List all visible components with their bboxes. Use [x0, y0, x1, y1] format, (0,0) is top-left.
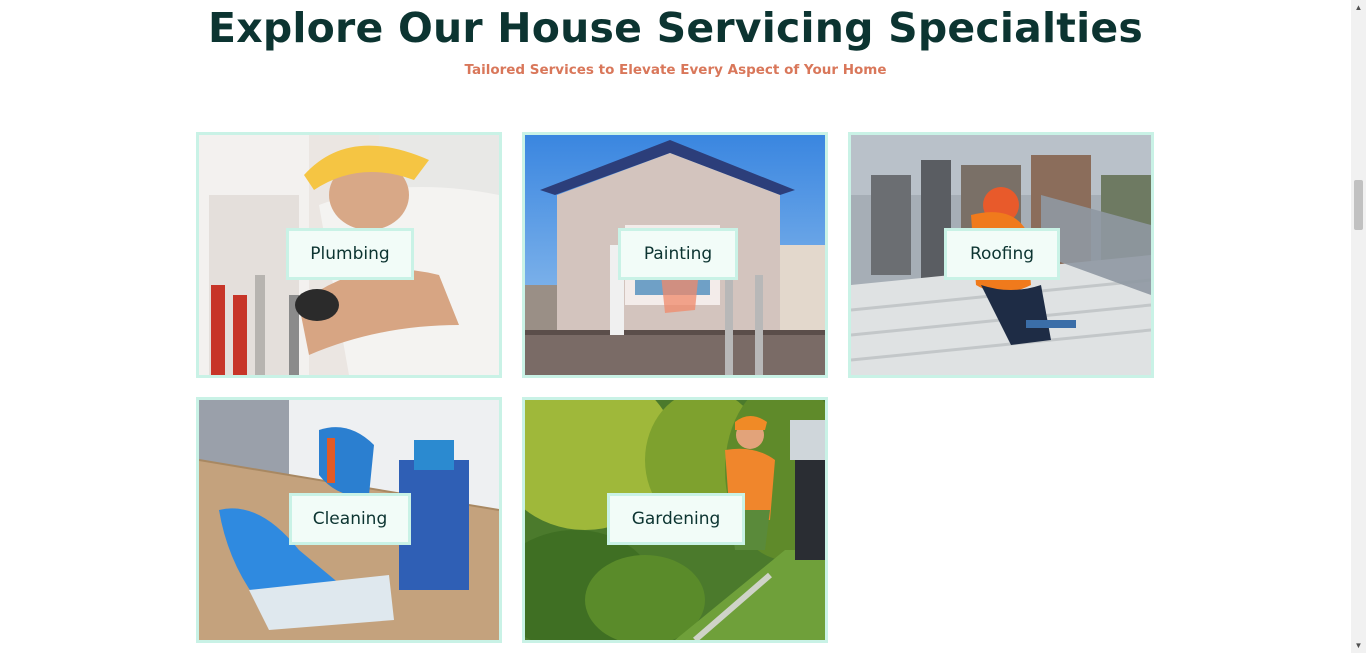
- service-label-roofing: Roofing: [944, 228, 1060, 280]
- service-card-cleaning[interactable]: Cleaning: [196, 397, 502, 643]
- service-card-painting[interactable]: Painting: [522, 132, 828, 378]
- service-label-gardening: Gardening: [607, 493, 745, 545]
- triangle-down-icon[interactable]: ▼: [1351, 638, 1366, 653]
- service-label-plumbing: Plumbing: [286, 228, 414, 280]
- service-card-roofing[interactable]: Roofing: [848, 132, 1154, 378]
- services-section: Explore Our House Servicing Specialties …: [0, 0, 1351, 653]
- service-label-cleaning: Cleaning: [289, 493, 411, 545]
- service-label-painting: Painting: [618, 228, 738, 280]
- scrollbar-thumb[interactable]: [1354, 180, 1363, 230]
- vertical-scrollbar[interactable]: ▲ ▼: [1351, 0, 1366, 653]
- section-subtitle: Tailored Services to Elevate Every Aspec…: [464, 62, 887, 78]
- triangle-up-icon[interactable]: ▲: [1351, 0, 1366, 15]
- section-title: Explore Our House Servicing Specialties: [208, 4, 1143, 52]
- service-card-plumbing[interactable]: Plumbing: [196, 132, 502, 378]
- service-card-gardening[interactable]: Gardening: [522, 397, 828, 643]
